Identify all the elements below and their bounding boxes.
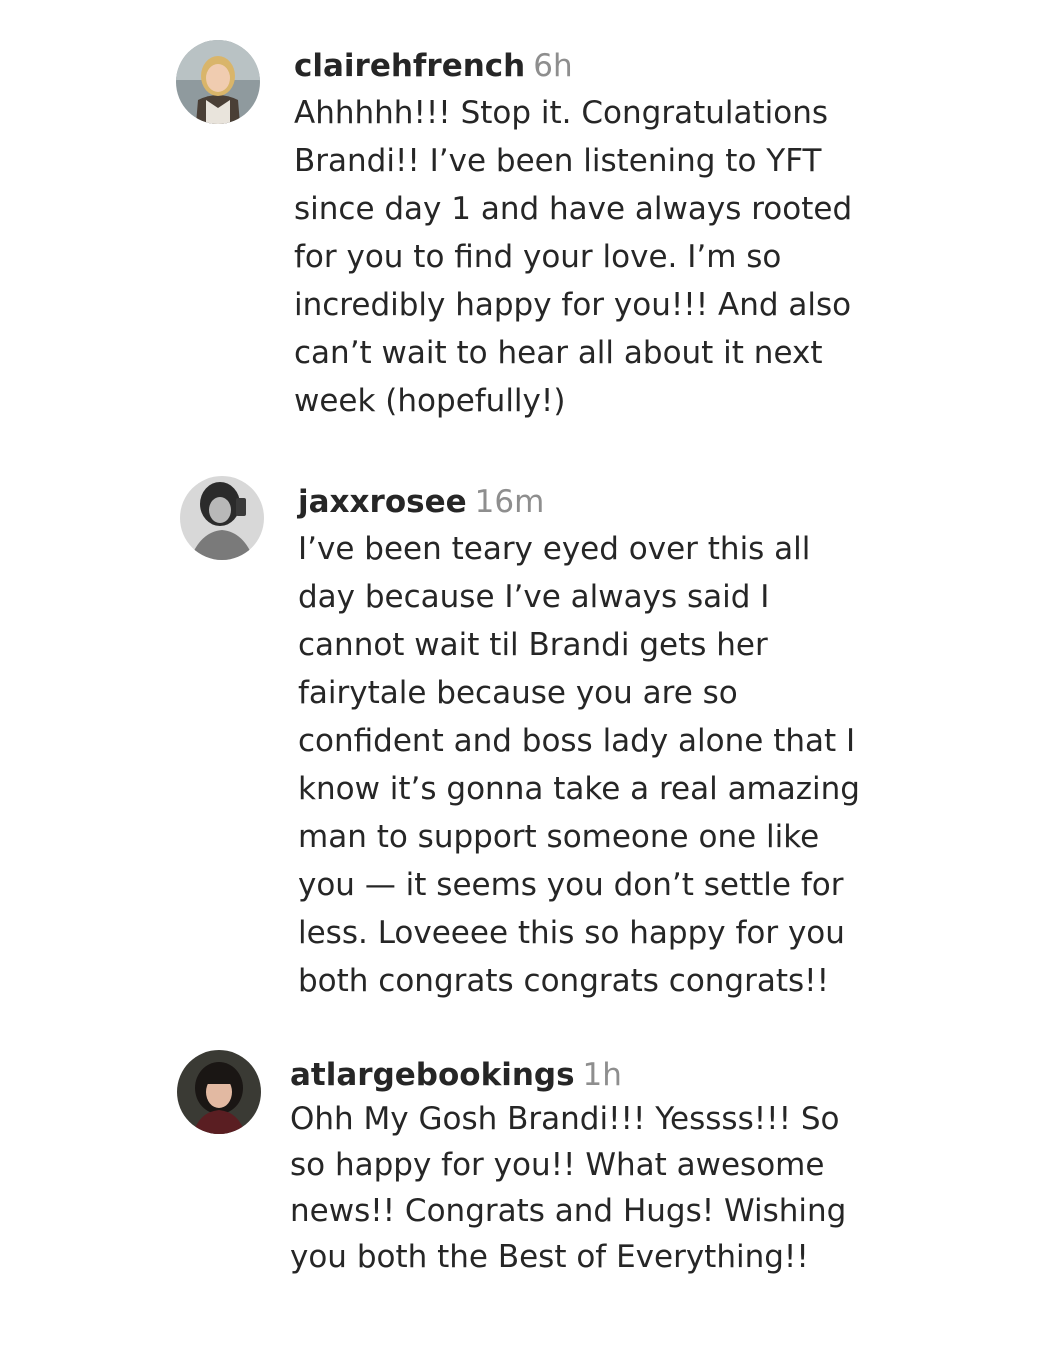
comment-text-line: less. Loveeee this so happy for you	[298, 915, 845, 951]
comment-text-line: Ahhhhh!!! Stop it. Congratulations	[294, 95, 829, 131]
comment-text-line: I’ve been teary eyed over this all	[298, 531, 811, 567]
comment-header: clairehfrench 6h	[294, 46, 852, 86]
comment-text-line: incredibly happy for you!!! And also	[294, 287, 852, 323]
comment-text-line: you both the Best of Everything!!	[290, 1239, 809, 1275]
comment-text-line: Brandi!! I’ve been listening to YFT	[294, 143, 822, 179]
comment-text-line: news!! Congrats and Hugs! Wishing	[290, 1193, 847, 1229]
comment-text-line: both congrats congrats congrats!!	[298, 963, 830, 999]
username-link[interactable]: jaxxrosee	[298, 484, 467, 520]
avatar-photo	[180, 476, 264, 560]
comment-text-line: man to support someone one like	[298, 819, 820, 855]
avatar-photo	[176, 40, 260, 124]
comment-text-line: for you to find your love. I’m so	[294, 239, 782, 275]
comment-text-line: since day 1 and have always rooted	[294, 191, 853, 227]
avatar-photo	[177, 1050, 261, 1134]
avatar[interactable]	[180, 476, 264, 560]
timestamp[interactable]: 1h	[583, 1057, 622, 1093]
comment-text-line: you — it seems you don’t settle for	[298, 867, 844, 903]
comment-text-line: so happy for you!! What awesome	[290, 1147, 825, 1183]
comment-text-line: week (hopefully!)	[294, 383, 566, 419]
comment-header: jaxxrosee 16m	[298, 482, 860, 522]
comment-text-line: cannot wait til Brandi gets her	[298, 627, 768, 663]
comment-text: Ohh My Gosh Brandi!!! Yessss!!! So so ha…	[290, 1096, 846, 1280]
avatar[interactable]	[176, 40, 260, 124]
timestamp[interactable]: 6h	[533, 48, 572, 84]
timestamp[interactable]: 16m	[475, 484, 545, 520]
comment-text-line: fairytale because you are so	[298, 675, 738, 711]
comment-text-line: confident and boss lady alone that I	[298, 723, 856, 759]
comment-text-line: know it’s gonna take a real amazing	[298, 771, 860, 807]
comment-text: I’ve been teary eyed over this all day b…	[298, 525, 860, 1005]
comment-text: Ahhhhh!!! Stop it. Congratulations Brand…	[294, 89, 852, 425]
comment-text-line: day because I’ve always said I	[298, 579, 770, 615]
username-link[interactable]: atlargebookings	[290, 1057, 575, 1093]
comment-text-line: can’t wait to hear all about it next	[294, 335, 823, 371]
avatar[interactable]	[177, 1050, 261, 1134]
username-link[interactable]: clairehfrench	[294, 48, 525, 84]
comment-header: atlargebookings 1h	[290, 1055, 846, 1095]
comment-text-line: Ohh My Gosh Brandi!!! Yessss!!! So	[290, 1101, 840, 1137]
